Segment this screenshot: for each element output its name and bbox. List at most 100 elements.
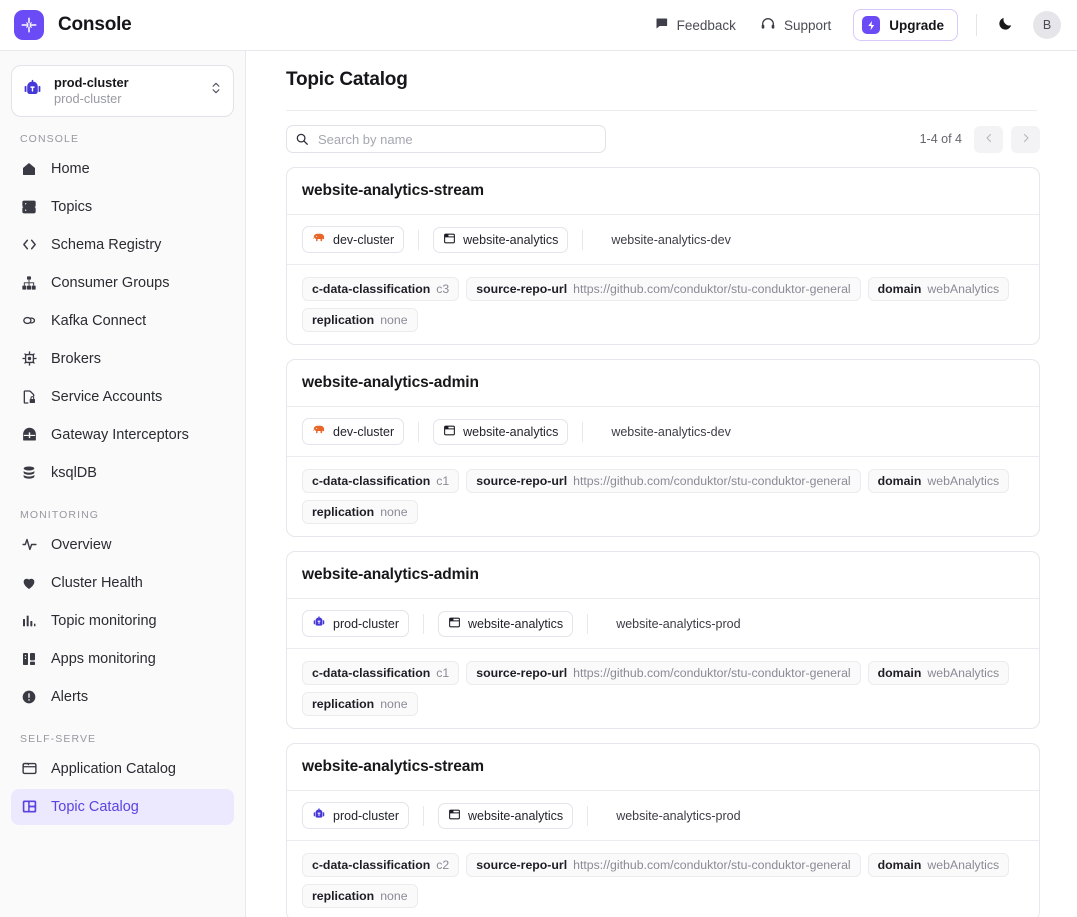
meta-tag-key: source-repo-url: [476, 858, 568, 872]
pagination-next-button[interactable]: [1011, 125, 1040, 153]
search-input[interactable]: [286, 125, 606, 153]
meta-tag: source-repo-url https://github.com/conduk…: [466, 661, 861, 685]
meta-tag-key: c-data-classification: [312, 858, 431, 872]
topic-context-label: website-analytics-prod: [616, 808, 741, 823]
topic-card-title: website-analytics-stream: [302, 758, 484, 775]
sidebar-item-kafka-connect[interactable]: Kafka Connect: [11, 303, 234, 339]
page-header: Topic Catalog: [246, 51, 1077, 111]
alert-circle-icon: [20, 688, 38, 706]
layout-grid-icon: [20, 798, 38, 816]
bar-chart-icon: [20, 612, 38, 630]
window-icon: [443, 424, 456, 440]
upgrade-button[interactable]: Upgrade: [853, 9, 958, 41]
meta-tag-key: c-data-classification: [312, 474, 431, 488]
brand[interactable]: Console: [14, 10, 132, 40]
meta-tag-key: c-data-classification: [312, 282, 431, 296]
application-chip[interactable]: website-analytics: [433, 226, 569, 253]
chip-icon: [20, 350, 38, 368]
cluster-selector[interactable]: prod-cluster prod-cluster: [11, 65, 234, 117]
sidebar-item-label: Application Catalog: [51, 760, 176, 777]
connect-link-icon: [20, 312, 38, 330]
sidebar-item-home[interactable]: Home: [11, 151, 234, 187]
topic-card[interactable]: website-analytics-admin prod-cluster web…: [286, 551, 1040, 729]
topic-card[interactable]: website-analytics-stream dev-cluster web…: [286, 167, 1040, 345]
application-chip[interactable]: website-analytics: [433, 418, 569, 445]
sidebar-item-topic-monitoring[interactable]: Topic monitoring: [11, 603, 234, 639]
meta-tag-key: domain: [877, 666, 922, 680]
topic-card-header: website-analytics-admin: [287, 360, 1039, 407]
nav-group-label-monitoring: MONITORING: [20, 508, 100, 521]
cluster-chip[interactable]: dev-cluster: [302, 226, 405, 253]
sidebar-item-label: ksqlDB: [51, 464, 97, 481]
sidebar-item-brokers[interactable]: Brokers: [11, 341, 234, 377]
meta-tag: source-repo-url https://github.com/conduk…: [466, 277, 861, 301]
topic-card-context-row: prod-cluster website-analytics website-a…: [287, 791, 1039, 841]
sidebar-item-topics[interactable]: Topics: [11, 189, 234, 225]
cluster-chip[interactable]: prod-cluster: [302, 610, 409, 637]
heart-icon: [20, 574, 38, 592]
sidebar-item-cluster-health[interactable]: Cluster Health: [11, 565, 234, 601]
sidebar-item-application-catalog[interactable]: Application Catalog: [11, 751, 234, 787]
upgrade-label: Upgrade: [889, 17, 944, 33]
theme-toggle-button[interactable]: [991, 11, 1019, 39]
support-button[interactable]: Support: [748, 10, 843, 41]
context-divider: [423, 613, 424, 634]
meta-tag-key: domain: [877, 858, 922, 872]
sidebar-item-label: Topic monitoring: [51, 612, 157, 629]
meta-tag: replication none: [302, 308, 418, 332]
application-chip[interactable]: website-analytics: [438, 802, 574, 829]
elephant-icon: [312, 423, 326, 440]
feedback-button[interactable]: Feedback: [642, 10, 748, 40]
topic-card-title: website-analytics-stream: [302, 182, 484, 199]
kafka-robot-icon: [312, 807, 326, 824]
cluster-chip-label: dev-cluster: [333, 232, 395, 247]
topic-card-meta-row: c-data-classification c1 source-repo-url ht…: [287, 649, 1039, 728]
topic-card[interactable]: website-analytics-stream prod-cluster we…: [286, 743, 1040, 917]
meta-tag-value: https://github.com/conduktor/stu-condukt…: [573, 666, 851, 680]
topic-card-list: website-analytics-stream dev-cluster web…: [246, 153, 1077, 917]
context-divider: [582, 229, 584, 250]
meta-tag: source-repo-url https://github.com/conduk…: [466, 853, 861, 877]
meta-tag-value: webAnalytics: [927, 858, 1000, 872]
avatar[interactable]: B: [1033, 11, 1061, 39]
sidebar-item-schema-registry[interactable]: Schema Registry: [11, 227, 234, 263]
sidebar-item-label: Alerts: [51, 688, 89, 705]
feedback-label: Feedback: [676, 17, 736, 33]
sidebar-item-alerts[interactable]: Alerts: [11, 679, 234, 715]
application-chip-label: website-analytics: [468, 616, 564, 631]
sidebar-item-overview[interactable]: Overview: [11, 527, 234, 563]
sidebar-item-ksqldb[interactable]: ksqlDB: [11, 455, 234, 491]
sidebar-item-consumer-groups[interactable]: Consumer Groups: [11, 265, 234, 301]
moon-icon: [997, 15, 1014, 35]
topic-card[interactable]: website-analytics-admin dev-cluster webs…: [286, 359, 1040, 537]
application-chip-label: website-analytics: [463, 232, 559, 247]
chevron-up-down-icon: [209, 81, 223, 100]
cluster-chip[interactable]: prod-cluster: [302, 802, 409, 829]
topic-card-header: website-analytics-admin: [287, 552, 1039, 599]
application-chip[interactable]: website-analytics: [438, 610, 574, 637]
meta-tag-value: webAnalytics: [927, 474, 1000, 488]
sidebar-item-apps-monitoring[interactable]: Apps monitoring: [11, 641, 234, 677]
pagination-prev-button[interactable]: [974, 125, 1003, 153]
context-divider: [423, 805, 424, 826]
meta-tag-key: source-repo-url: [476, 474, 568, 488]
kafka-robot-icon: [312, 615, 326, 632]
sidebar-item-topic-catalog[interactable]: Topic Catalog: [11, 788, 234, 825]
context-divider: [418, 229, 420, 250]
sidebar-item-service-accounts[interactable]: Service Accounts: [11, 379, 234, 415]
search-icon: [295, 132, 309, 146]
cluster-chip-label: prod-cluster: [333, 808, 399, 823]
meta-tag: c-data-classification c1: [302, 661, 460, 685]
activity-pulse-icon: [20, 536, 38, 554]
sidebar-item-label: Cluster Health: [51, 574, 143, 591]
sidebar-item-gateway-interceptors[interactable]: Gateway Interceptors: [11, 417, 234, 453]
sidebar-item-label: Topics: [51, 198, 93, 215]
meta-tag-value: none: [380, 313, 408, 327]
elephant-icon: [312, 231, 326, 248]
chevron-left-icon: [983, 132, 995, 147]
meta-tag: domain webAnalytics: [867, 661, 1010, 685]
headset-icon: [760, 16, 776, 35]
cluster-chip[interactable]: dev-cluster: [302, 418, 405, 445]
database-icon: [20, 464, 38, 482]
chevron-right-icon: [1020, 132, 1032, 147]
